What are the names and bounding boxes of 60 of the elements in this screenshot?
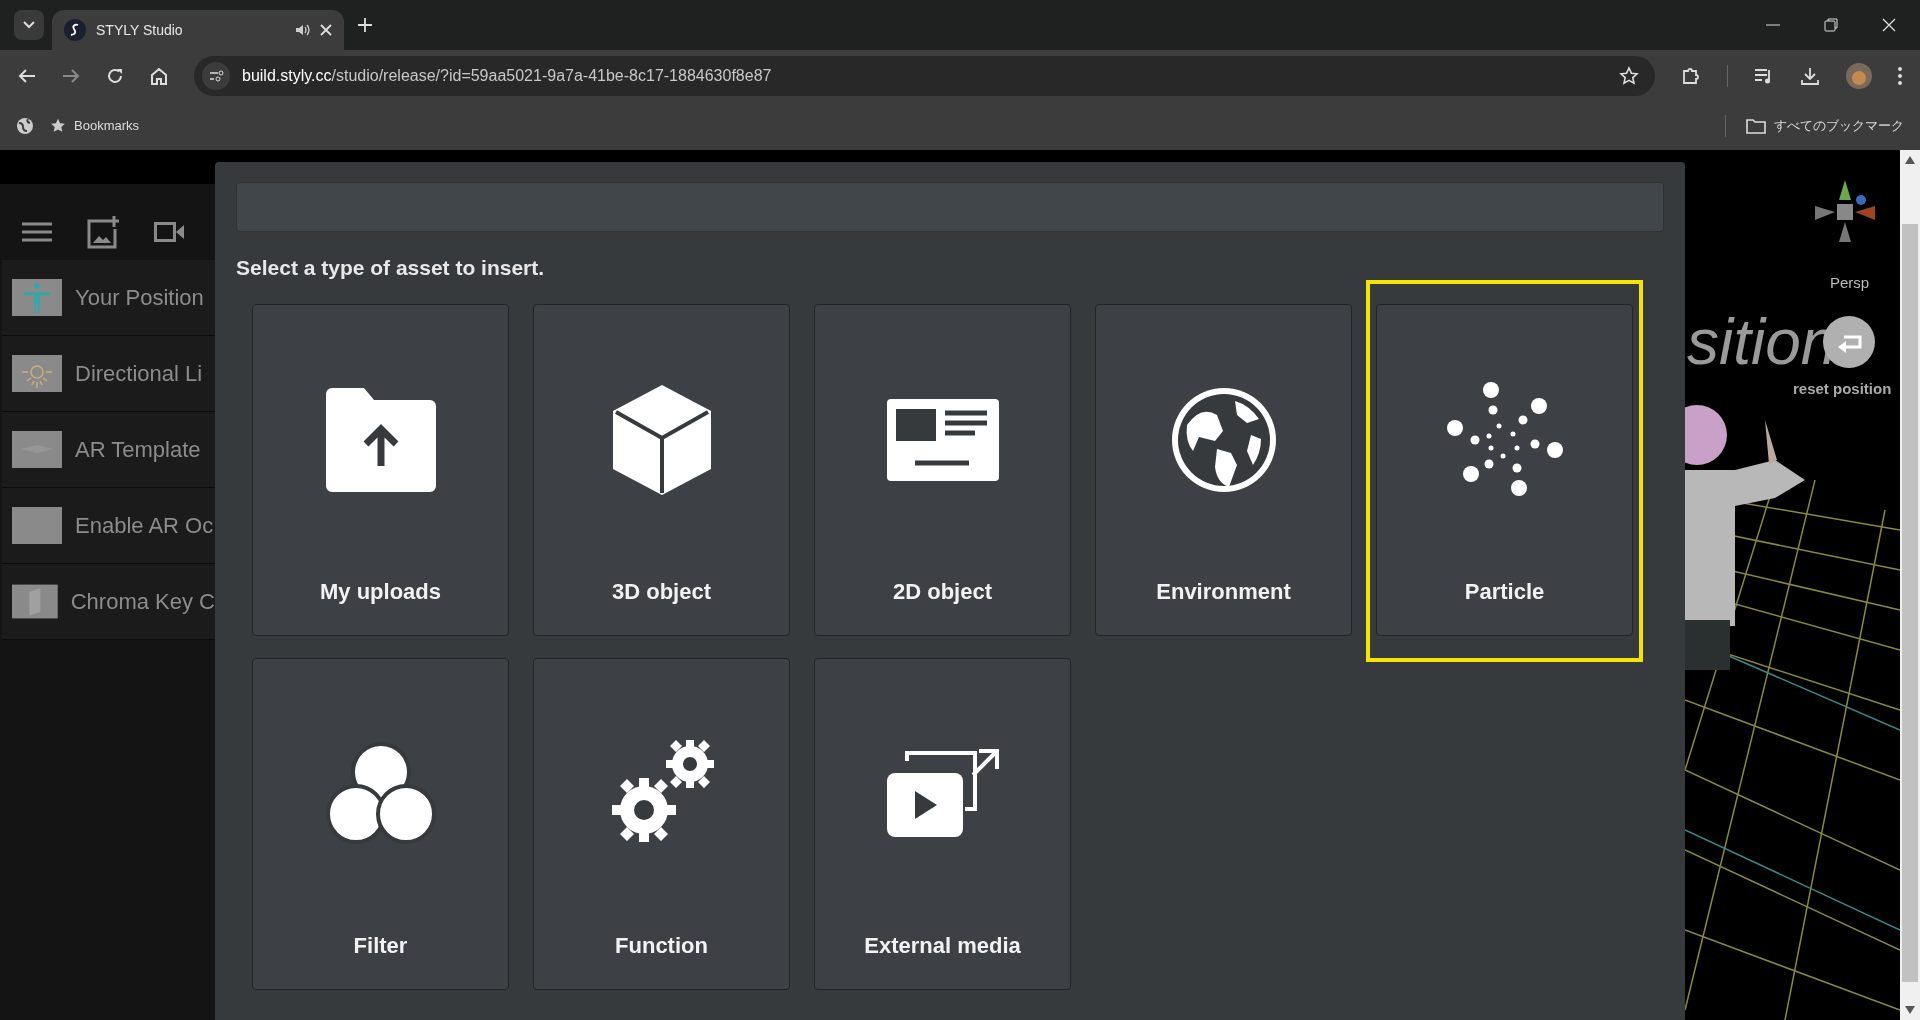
sidebar-item[interactable]: Directional Li — [2, 336, 215, 412]
image-card-icon — [886, 398, 999, 481]
tab-title: STYLY Studio — [96, 20, 184, 40]
scroll-up-icon[interactable] — [1905, 156, 1915, 164]
new-tab-icon[interactable] — [358, 18, 372, 32]
panel-icon — [12, 583, 58, 620]
light-bulb-icon — [12, 355, 62, 392]
person-icon — [12, 279, 62, 316]
browser-tab[interactable]: STYLY Studio — [52, 10, 344, 50]
address-bar[interactable]: build.styly.cc/studio/release/?id=59aa5021-9a7a-41be-8c17-1884630f8e87 — [194, 56, 1655, 96]
star-icon — [50, 118, 66, 134]
menu-icon[interactable] — [1898, 67, 1902, 85]
asset-type-card[interactable]: Filter — [252, 657, 509, 990]
globe-icon[interactable] — [16, 117, 34, 135]
cube-icon — [612, 384, 711, 495]
folder-upload-icon — [325, 387, 436, 492]
restore-icon[interactable] — [1824, 18, 1838, 32]
all-bookmarks-button[interactable]: すべてのブックマーク — [1746, 116, 1904, 136]
url-text: build.styly.cc/studio/release/?id=59aa5021-9a7a-41be-8c17-1884630f8e87 — [242, 66, 773, 86]
scroll-down-icon[interactable] — [1905, 1006, 1915, 1014]
sidebar-item[interactable]: Chroma Key C — [2, 564, 215, 640]
reset-position-label: reset position — [1793, 379, 1892, 399]
tab-search-button[interactable] — [14, 10, 44, 40]
site-settings-icon[interactable] — [202, 62, 230, 90]
forward-icon[interactable] — [62, 68, 80, 84]
asset-type-card[interactable]: Function — [533, 657, 790, 990]
sidebar-item[interactable]: Enable AR Oc — [2, 488, 215, 564]
asset-type-card[interactable]: My uploads — [252, 303, 509, 636]
back-icon[interactable] — [18, 68, 36, 84]
home-icon[interactable] — [150, 67, 168, 85]
particle-icon — [1446, 381, 1563, 498]
three-circles-icon — [325, 741, 436, 846]
chevron-down-icon — [23, 21, 35, 29]
asset-type-card[interactable]: 3D object — [533, 303, 790, 636]
close-icon[interactable] — [320, 24, 332, 36]
sidebar-item[interactable]: Your Position — [2, 260, 215, 336]
speaker-icon[interactable] — [294, 22, 310, 38]
profile-avatar-icon[interactable] — [1846, 63, 1872, 89]
media-play-icon — [886, 748, 999, 839]
asset-type-card[interactable]: Particle — [1376, 303, 1633, 636]
reload-icon[interactable] — [106, 67, 124, 85]
asset-type-card[interactable]: 2D object — [814, 303, 1071, 636]
plane-icon — [12, 431, 62, 468]
app-logo-icon — [64, 19, 86, 41]
sidebar-item[interactable]: AR Template — [2, 412, 215, 488]
scrollbar[interactable] — [1900, 150, 1920, 1020]
download-icon[interactable] — [1800, 66, 1820, 86]
asset-type-card[interactable]: External media — [814, 657, 1071, 990]
video-camera-icon[interactable] — [154, 222, 184, 242]
dialog-heading: Select a type of asset to insert. — [236, 255, 546, 281]
asset-type-card[interactable]: Environment — [1095, 303, 1352, 636]
menu-icon[interactable] — [22, 222, 52, 242]
bookmark-link[interactable]: Bookmarks — [50, 116, 140, 136]
camera-mode-label: Persp — [1830, 273, 1870, 293]
close-icon[interactable] — [1882, 18, 1896, 32]
add-image-icon[interactable] — [86, 215, 120, 249]
thumbnail-icon — [12, 507, 62, 544]
star-icon[interactable] — [1619, 66, 1639, 86]
folder-icon — [1746, 118, 1766, 134]
puzzle-icon[interactable] — [1681, 66, 1701, 86]
